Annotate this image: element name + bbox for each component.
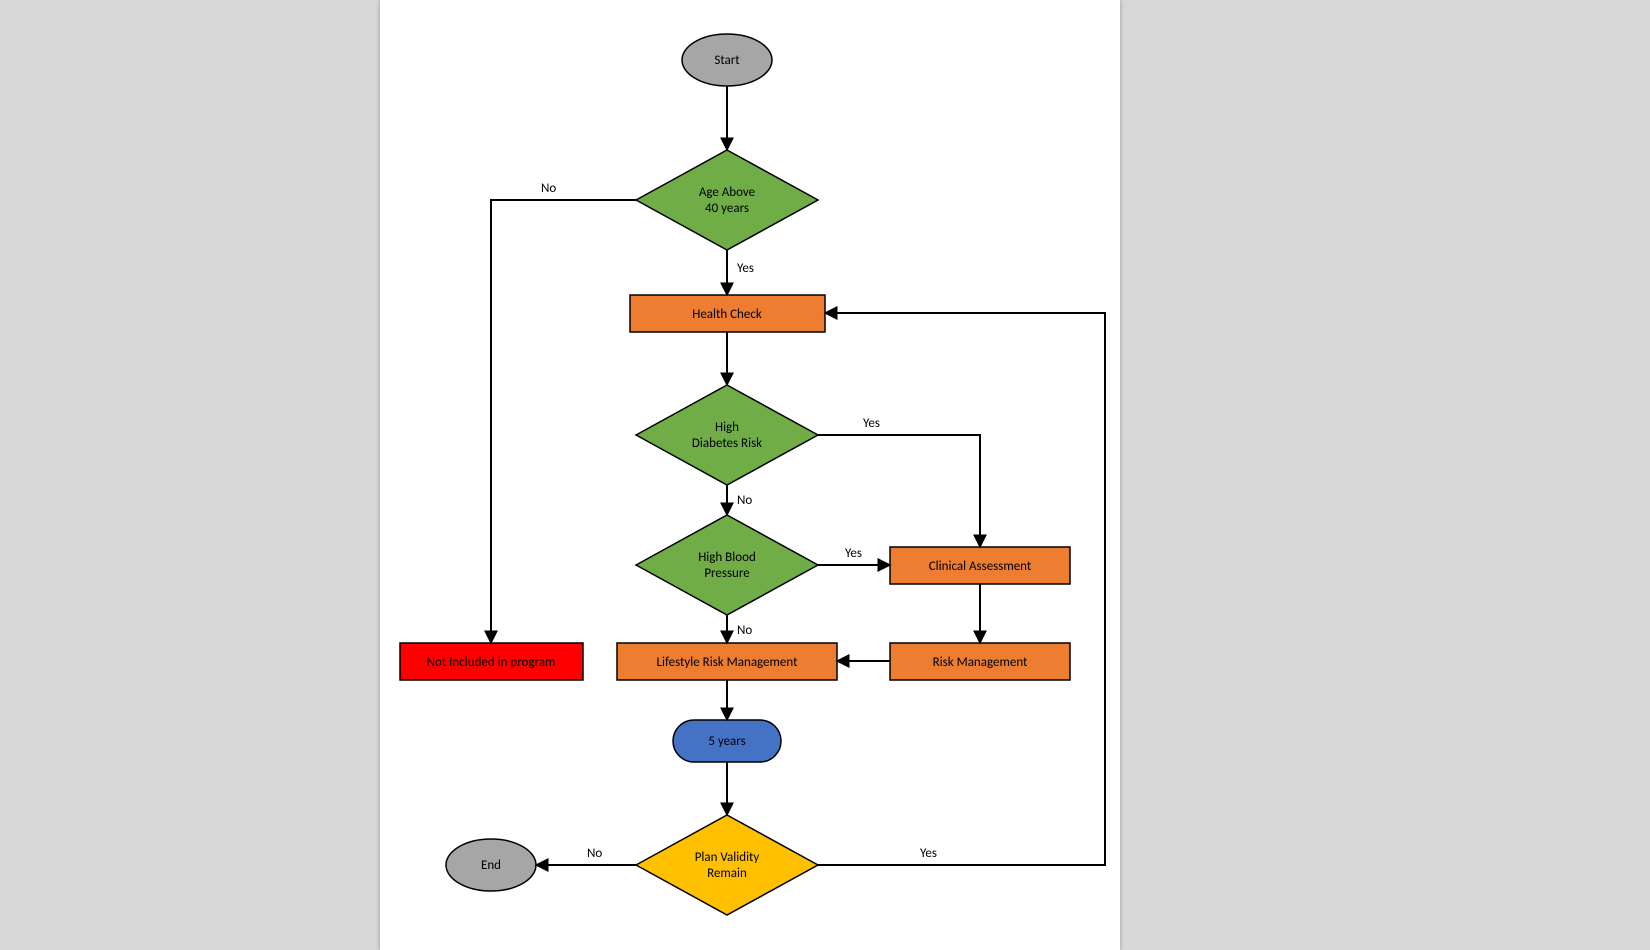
edge-age-no bbox=[491, 200, 636, 643]
node-riskmgmt: Risk Management bbox=[890, 643, 1070, 680]
edge-validity-yes bbox=[818, 313, 1105, 865]
label-validity-yes: Yes bbox=[920, 846, 937, 861]
node-clinical: Clinical Assessment bbox=[890, 547, 1070, 584]
node-pressure-label1: High Blood bbox=[698, 550, 756, 565]
node-pressure-decision: High Blood Pressure bbox=[636, 515, 818, 615]
node-start-label: Start bbox=[714, 53, 740, 68]
label-age-yes: Yes bbox=[737, 261, 754, 276]
node-5-years: 5 years bbox=[673, 720, 781, 762]
node-5yr-label: 5 years bbox=[708, 734, 745, 749]
label-age-no: No bbox=[541, 181, 556, 196]
node-end-label: End bbox=[481, 858, 501, 873]
node-lifestyle: Lifestyle Risk Management bbox=[617, 643, 837, 680]
node-validity-label2: Remain bbox=[707, 866, 747, 881]
node-age-decision: Age Above 40 years bbox=[636, 150, 818, 250]
node-diabetes-label1: High bbox=[715, 420, 739, 435]
label-pressure-no: No bbox=[737, 623, 752, 638]
node-diabetes-label2: Diabetes Risk bbox=[692, 436, 762, 451]
edge-diabetes-yes bbox=[818, 435, 980, 547]
node-notincl-label: Not Included in program bbox=[427, 655, 556, 670]
flowchart-canvas: Start Age Above 40 years Health Check Hi… bbox=[380, 0, 1120, 950]
node-not-included: Not Included in program bbox=[400, 643, 583, 680]
node-lifestyle-label: Lifestyle Risk Management bbox=[657, 655, 799, 670]
node-start: Start bbox=[682, 34, 772, 86]
node-diabetes-decision: High Diabetes Risk bbox=[636, 385, 818, 485]
node-pressure-label2: Pressure bbox=[704, 566, 749, 581]
document-page: Start Age Above 40 years Health Check Hi… bbox=[380, 0, 1120, 950]
node-health-label: Health Check bbox=[692, 307, 762, 322]
node-health-check: Health Check bbox=[630, 295, 825, 332]
label-diabetes-no: No bbox=[737, 493, 752, 508]
label-validity-no: No bbox=[587, 846, 602, 861]
label-diabetes-yes: Yes bbox=[863, 416, 880, 431]
node-validity-decision: Plan Validity Remain bbox=[636, 815, 818, 915]
node-riskmgmt-label: Risk Management bbox=[933, 655, 1028, 670]
node-age-label2: 40 years bbox=[705, 201, 749, 216]
node-validity-label1: Plan Validity bbox=[695, 850, 760, 865]
node-end: End bbox=[446, 839, 536, 891]
label-pressure-yes: Yes bbox=[845, 546, 862, 561]
node-age-label1: Age Above bbox=[699, 185, 755, 200]
node-clinical-label: Clinical Assessment bbox=[929, 559, 1032, 574]
